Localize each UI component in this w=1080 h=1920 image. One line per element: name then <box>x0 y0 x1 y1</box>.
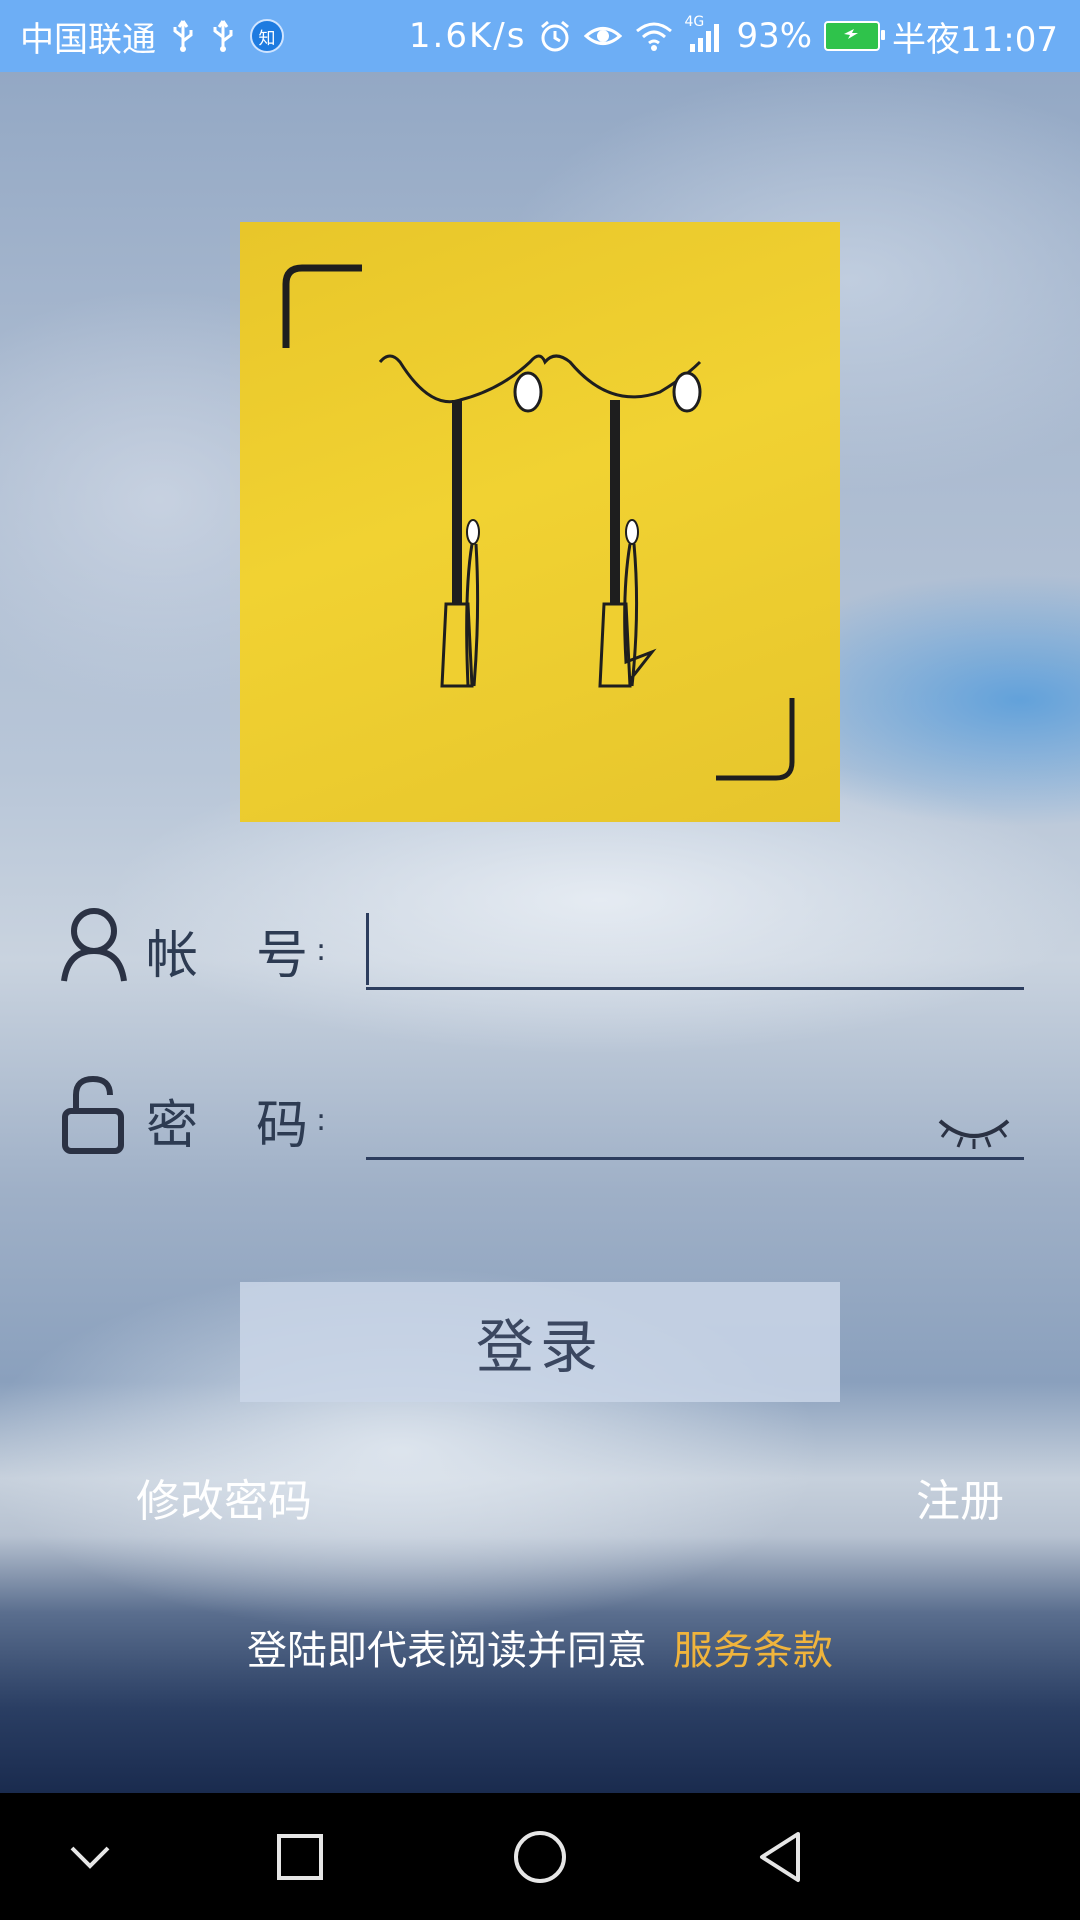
eye-closed-icon[interactable] <box>936 1115 1012 1155</box>
net-speed: 1.6K/s <box>408 16 527 56</box>
status-left: 中国联通 知 <box>20 0 284 72</box>
text-cursor <box>366 913 369 985</box>
terms-of-service-link[interactable]: 服务条款 <box>673 1628 833 1674</box>
zhihu-notification-icon: 知 <box>250 19 284 53</box>
home-circle-icon[interactable] <box>480 1793 600 1920</box>
eye-comfort-icon <box>584 21 623 51</box>
usb-icon <box>170 19 196 53</box>
unlock-icon <box>60 1075 126 1159</box>
signal-icon: 4G <box>684 14 724 52</box>
clock: 半夜11:07 <box>892 19 1058 60</box>
account-label-char2: 号 <box>256 925 309 986</box>
account-label-colon: : <box>316 932 327 968</box>
register-link[interactable]: 注册 <box>916 1465 1004 1529</box>
login-button[interactable]: 登录 <box>240 1282 840 1402</box>
password-row: 密 码 : <box>60 1075 1024 1165</box>
user-icon <box>60 905 128 987</box>
change-password-link[interactable]: 修改密码 <box>136 1465 312 1529</box>
navigation-bar <box>0 1793 1080 1920</box>
terms-text: 登陆即代表阅读并同意 <box>247 1628 647 1674</box>
password-label-char2: 码 <box>256 1095 309 1156</box>
street-lamps-logo <box>282 264 795 781</box>
network-type-label: 4G <box>684 14 705 30</box>
status-right: 1.6K/s 4G 93% 半夜11:07 <box>409 0 1058 72</box>
app-logo <box>240 222 840 822</box>
battery-percent: 93% <box>736 16 813 56</box>
account-label-char1: 帐 <box>146 925 199 986</box>
password-label-colon: : <box>316 1102 327 1138</box>
password-input[interactable] <box>366 1075 1024 1160</box>
password-label-char1: 密 <box>146 1095 199 1156</box>
carrier-name: 中国联通 <box>20 19 156 60</box>
password-label: 密 码 : <box>146 1075 326 1165</box>
chevron-down-icon[interactable] <box>30 1793 150 1920</box>
battery-icon <box>824 21 886 51</box>
alarm-icon <box>538 19 572 53</box>
recents-square-icon[interactable] <box>240 1793 360 1920</box>
account-label: 帐 号 : <box>146 905 326 995</box>
account-row: 帐 号 : <box>60 905 1024 995</box>
usb-icon <box>210 19 236 53</box>
wifi-icon <box>634 20 674 52</box>
status-bar: 中国联通 知 1.6K/s 4G 93% 半夜11:07 <box>0 0 1080 72</box>
terms-notice: 登陆即代表阅读并同意 服务条款 <box>0 1618 1080 1676</box>
account-input[interactable] <box>366 905 1024 990</box>
back-triangle-icon[interactable] <box>720 1793 840 1920</box>
